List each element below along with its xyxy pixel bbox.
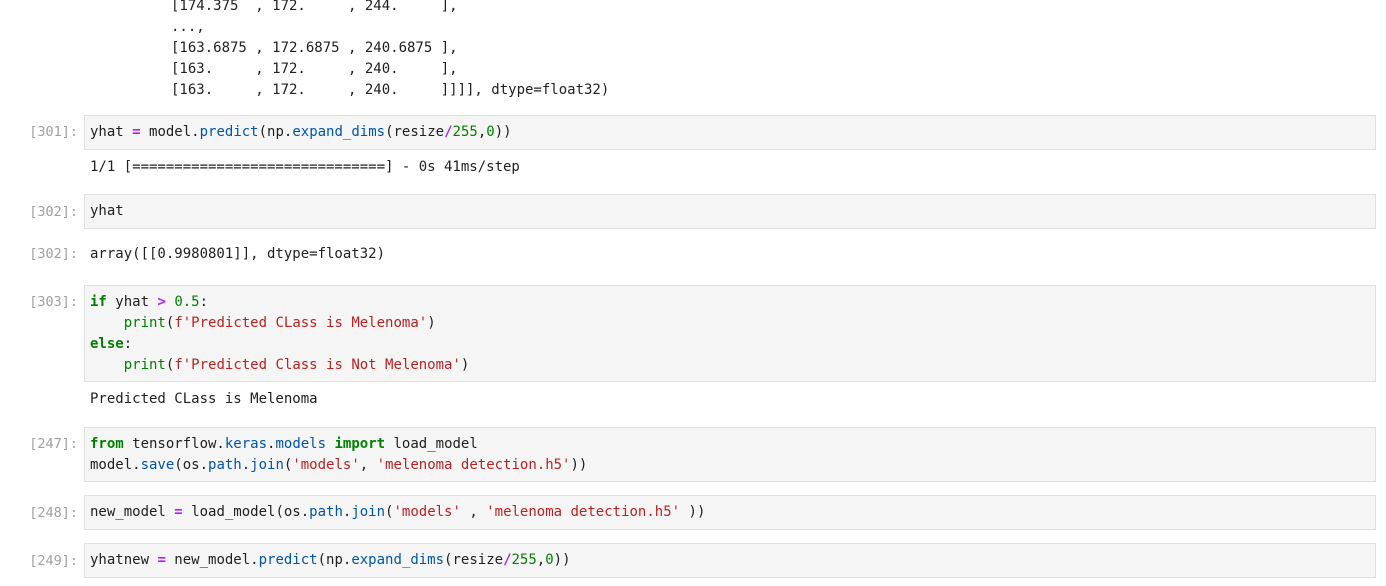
code-token: 255 [511,552,537,568]
code-token: ) [460,357,470,373]
code-token: 255 [452,124,478,140]
code-token: expand_dims [351,552,445,568]
code-token: new_model [90,504,175,520]
code-cell-249[interactable]: yhatnew = new_model.predict(np.expand_di… [84,543,1376,578]
code-token: yhatnew [90,552,158,568]
code-cell-303[interactable]: if yhat > 0.5: print(f'Predicted CLass i… [84,285,1376,382]
input-prompt: [247]: [29,436,78,452]
input-prompt: [302]: [29,204,78,220]
code-token: , [536,552,546,568]
code-token: 0.5 [174,294,200,310]
input-prompt: [248]: [29,505,78,521]
code-token: 'models' [292,457,360,473]
code-token: f'Predicted CLass is Melenoma' [174,315,428,331]
code-token: predict [199,124,259,140]
code-cell-248[interactable]: new_model = load_model(os.path.join('mod… [84,495,1376,530]
code-token: path [208,457,242,473]
code-token: expand_dims [292,124,386,140]
code-token: import [334,436,386,452]
output-prompt: [302]: [29,246,78,262]
code-cell-247[interactable]: from tensorflow.keras. models import load… [84,427,1376,482]
output-line: [163.6875 , 172.6875 , 240.6875 ], [171,40,458,56]
code-token: print [123,357,166,373]
code-cell-302[interactable]: yhat [84,194,1376,229]
code-token: )) [570,457,588,473]
code-token: (resize [385,124,445,140]
code-token: model. [90,457,141,473]
code-token: )) [553,552,571,568]
code-token: if [90,294,107,310]
code-token: 'models' [393,504,461,520]
code-token: / [444,124,453,140]
output-line: ..., [171,19,205,35]
code-token: 'melenoma detection.h5' [376,457,571,473]
code-token: 'melenoma detection.h5' [486,504,681,520]
code-token: tensorflow. [123,436,225,452]
code-token: model. [140,124,200,140]
input-prompt: [301]: [29,124,78,140]
code-token: keras [224,436,268,452]
code-token: new_model. [165,552,259,568]
output-line: [163. , 172. , 240. ], [171,61,458,77]
code-token: > [157,294,166,310]
output-line: [174.375 , 172. , 244. ], [171,0,458,14]
code-token: load_model(os. [182,504,310,520]
code-token: path [309,504,343,520]
code-token: join [351,504,386,520]
code-token: 0 [545,552,554,568]
code-token: : [199,294,209,310]
code-token: )) [494,124,512,140]
code-token: , [359,457,377,473]
code-token: (os. [174,457,209,473]
code-token: (resize [444,552,504,568]
code-token: )) [680,504,706,520]
cell-303-output: Predicted CLass is Melenoma [90,391,318,407]
code-token: save [140,457,175,473]
input-prompt: [303]: [29,294,78,310]
code-token: ) [427,315,436,331]
code-token: 0 [486,124,495,140]
output-line: [163. , 172. , 240. ]]]], dtype=float32) [171,82,610,98]
code-cell-301[interactable]: yhat = model.predict(np.expand_dims(resi… [84,115,1376,150]
code-token: yhat [106,294,158,310]
code-token: yhat [90,124,133,140]
code-token: (np. [317,552,352,568]
code-token: print [123,315,166,331]
code-token: yhat [90,203,124,219]
code-token: = [157,552,166,568]
cell-302-output: array([[0.9980801]], dtype=float32) [90,246,386,262]
code-token: join [250,457,284,473]
code-token: (np. [258,124,293,140]
code-token: predict [258,552,318,568]
code-token: / [503,552,512,568]
code-token: from [90,436,124,452]
cell-301-output: 1/1 [==============================] - 0… [90,159,520,175]
code-token: f'Predicted Class is Not Melenoma' [174,357,461,373]
code-token: load_model [385,436,478,452]
code-token: , [460,504,487,520]
code-token: = [132,124,141,140]
input-prompt: [249]: [29,553,78,569]
code-token: models [275,436,327,452]
code-token: : [123,336,133,352]
code-token: else [90,336,124,352]
code-token: . [241,457,251,473]
code-token: , [477,124,487,140]
code-token: = [174,504,183,520]
